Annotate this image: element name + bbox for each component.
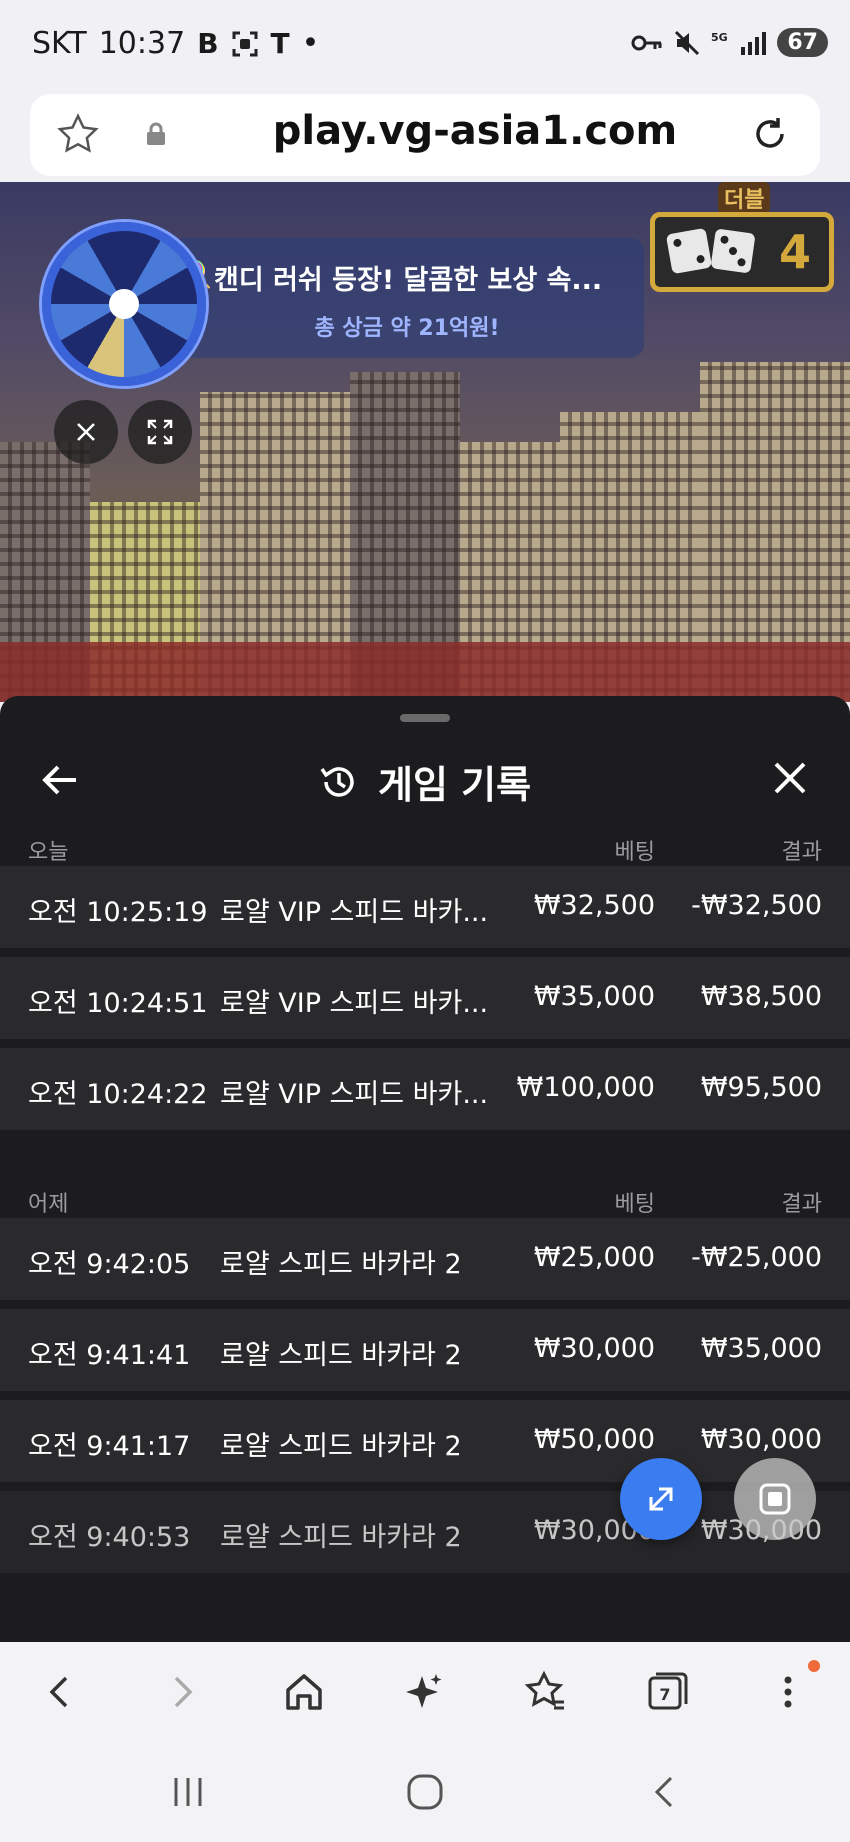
status-bar: SKT 10:37 B T • 5G 67 (0, 0, 850, 94)
row-game: 로얄 스피드 바카라 2 (220, 1340, 462, 1371)
row-time: 오전 9:41:17 (28, 1431, 191, 1462)
row-result: -₩25,000 (691, 1242, 822, 1273)
close-icon (77, 423, 95, 441)
row-game: 로얄 VIP 스피드 바카... (220, 1079, 489, 1110)
forward-nav-icon[interactable] (158, 1668, 206, 1716)
row-game: 로얄 VIP 스피드 바카... (220, 988, 489, 1019)
system-navigation (0, 1742, 850, 1842)
back-nav-icon[interactable] (36, 1668, 84, 1716)
home-icon[interactable] (280, 1668, 328, 1716)
5g-signal-icon: 5G (711, 31, 767, 55)
bookmark-star-icon[interactable] (56, 112, 100, 156)
tabs-icon: 7 (648, 1672, 688, 1710)
history-row[interactable]: 오전 10:25:19 로얄 VIP 스피드 바카... ₩32,500 -₩3… (0, 866, 850, 948)
close-game-button[interactable] (54, 400, 118, 464)
browser-toolbar: 7 (0, 1642, 850, 1742)
scan-icon (232, 31, 258, 56)
sheet-header: 게임 기록 (0, 732, 850, 828)
row-time: 오전 10:24:51 (28, 988, 208, 1019)
dice-badge[interactable]: 4 (650, 212, 834, 292)
history-row[interactable]: 오전 10:24:22 로얄 VIP 스피드 바카... ₩100,000 ₩9… (0, 1048, 850, 1130)
row-time: 오전 10:24:22 (28, 1079, 208, 1110)
section-label: 오늘 (28, 840, 69, 865)
sheet-drag-handle[interactable] (400, 714, 450, 722)
row-time: 오전 9:40:53 (28, 1522, 191, 1553)
dice-label: 더블 (718, 182, 771, 214)
row-time: 오전 9:42:05 (28, 1249, 191, 1280)
result-column-header: 결과 (781, 1192, 822, 1217)
back-arrow-icon[interactable] (38, 758, 82, 802)
row-result: ₩35,000 (700, 1333, 822, 1364)
section-label: 어제 (28, 1192, 69, 1217)
notification-dot-icon: • (301, 26, 320, 61)
die-icon (710, 228, 756, 274)
url-domain[interactable]: play.vg-asia1.com (180, 108, 770, 154)
row-result: ₩38,500 (700, 981, 822, 1012)
promo-title: 캔디 러쉬 등장! 달콤한 보상 속... (214, 265, 603, 296)
bet-column-header: 베팅 (614, 840, 655, 865)
row-bet: ₩35,000 (533, 981, 655, 1012)
more-menu-icon[interactable] (764, 1668, 812, 1716)
bonus-wheel-icon[interactable] (42, 222, 206, 386)
expand-arrows-icon (649, 1487, 673, 1511)
lock-icon (147, 122, 165, 145)
row-bet: ₩30,000 (533, 1333, 655, 1364)
row-result: ₩95,500 (700, 1072, 822, 1103)
t-app-icon: T (270, 27, 290, 60)
game-view[interactable]: 🍭 캔디 러쉬 등장! 달콤한 보상 속... 총 상금 약 21억원! 더블 … (0, 182, 850, 702)
history-row[interactable]: 오전 9:40:53 로얄 스피드 바카라 2 ₩30,000 ₩30,000 (0, 1491, 850, 1573)
history-row[interactable]: 오전 10:24:51 로얄 VIP 스피드 바카... ₩35,000 ₩38… (0, 957, 850, 1039)
history-row[interactable]: 오전 9:42:05 로얄 스피드 바카라 2 ₩25,000 -₩25,000 (0, 1218, 850, 1300)
row-result: ₩30,000 (700, 1424, 822, 1455)
url-bar[interactable]: play.vg-asia1.com (30, 94, 820, 176)
system-back-icon[interactable] (645, 1772, 685, 1812)
b-app-icon: B (197, 27, 219, 60)
mute-icon (675, 30, 700, 55)
sheet-title: 게임 기록 (378, 763, 532, 807)
bookmarks-icon[interactable] (522, 1668, 570, 1716)
carrier-label: SKT (32, 26, 87, 61)
row-game: 로얄 VIP 스피드 바카... (220, 897, 489, 928)
wheel-hub (109, 289, 139, 319)
row-bet: ₩32,500 (533, 890, 655, 921)
history-row[interactable]: 오전 9:41:41 로얄 스피드 바카라 2 ₩30,000 ₩35,000 (0, 1309, 850, 1391)
expand-button[interactable] (620, 1458, 702, 1540)
key-icon (631, 35, 662, 50)
game-history-sheet: 게임 기록 오늘 베팅 결과 오전 10:25:19 로얄 VIP 스피드 바카… (0, 696, 850, 1642)
pip-icon (759, 1483, 791, 1515)
minimize-button[interactable] (734, 1458, 816, 1540)
row-result: -₩32,500 (691, 890, 822, 921)
svg-text:5G: 5G (711, 31, 728, 44)
row-game: 로얄 스피드 바카라 2 (220, 1249, 462, 1280)
row-bet: ₩50,000 (533, 1424, 655, 1455)
history-row[interactable]: 오전 9:41:17 로얄 스피드 바카라 2 ₩50,000 ₩30,000 (0, 1400, 850, 1482)
promo-subtitle: 총 상금 약 21억원! (314, 316, 500, 341)
row-game: 로얄 스피드 바카라 2 (220, 1431, 462, 1462)
battery-indicator: 67 (777, 28, 828, 57)
fullscreen-icon (147, 419, 173, 445)
recent-apps-icon[interactable] (168, 1772, 208, 1812)
notification-badge (808, 1660, 820, 1672)
row-game: 로얄 스피드 바카라 2 (220, 1522, 462, 1553)
row-time: 오전 10:25:19 (28, 897, 208, 928)
row-bet: ₩100,000 (516, 1072, 655, 1103)
promo-banner[interactable]: 🍭 캔디 러쉬 등장! 달콤한 보상 속... 총 상금 약 21억원! (170, 238, 644, 358)
row-bet: ₩25,000 (533, 1242, 655, 1273)
close-icon[interactable] (768, 756, 812, 800)
die-icon (665, 227, 713, 275)
sparkle-icon[interactable] (400, 1668, 448, 1716)
reload-icon[interactable] (748, 112, 792, 156)
fullscreen-button[interactable] (128, 400, 192, 464)
tabs-count: 7 (659, 1685, 670, 1704)
clock: 10:37 (98, 26, 186, 61)
row-time: 오전 9:41:41 (28, 1340, 191, 1371)
result-column-header: 결과 (781, 840, 822, 865)
stage-floor (0, 642, 850, 702)
tabs-button[interactable]: 7 (644, 1668, 692, 1716)
dice-count: 4 (778, 225, 811, 279)
system-home-icon[interactable] (405, 1772, 445, 1812)
bet-column-header: 베팅 (614, 1192, 655, 1217)
history-icon (320, 766, 354, 797)
